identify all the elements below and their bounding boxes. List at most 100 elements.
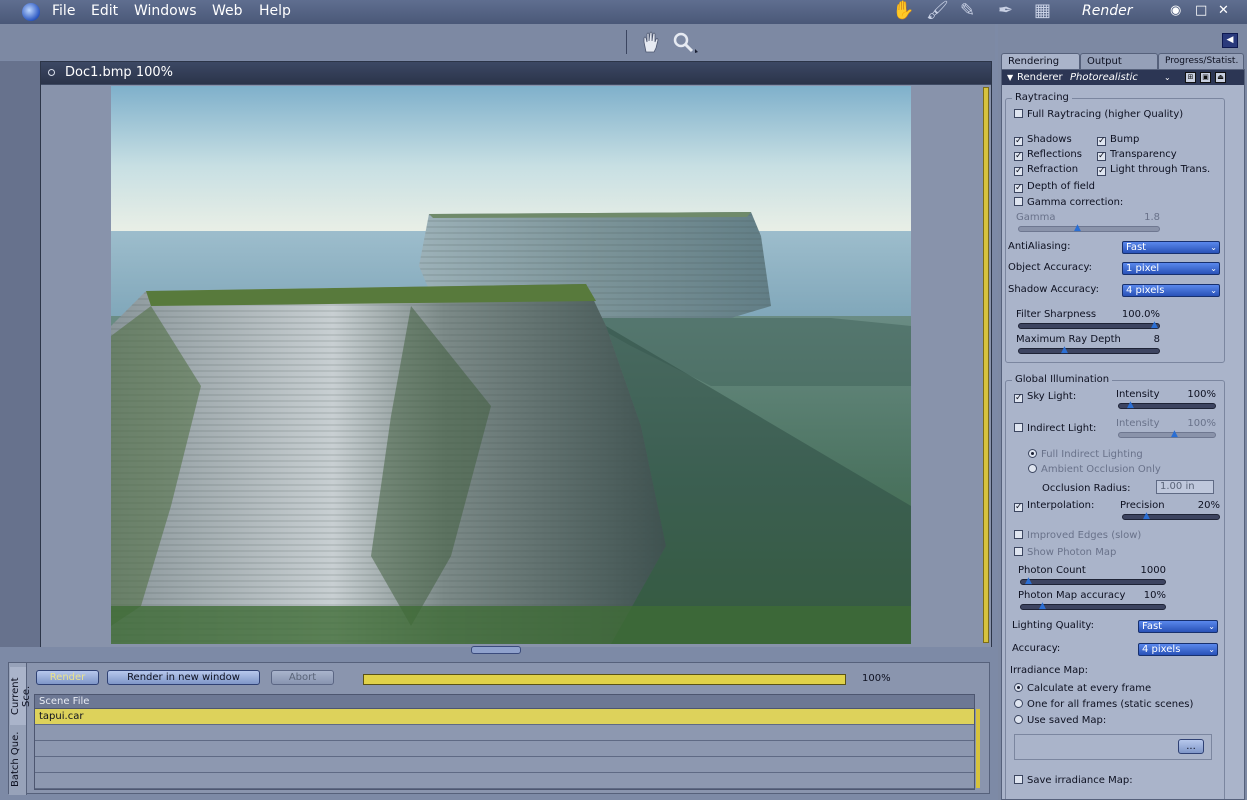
render-queue-tabs: Current Sce. Batch Que. bbox=[9, 663, 32, 795]
refraction-checkbox[interactable]: ✓ Refraction bbox=[1014, 164, 1078, 176]
table-row[interactable] bbox=[35, 757, 974, 773]
eye-icon[interactable]: ◉ bbox=[1170, 3, 1181, 18]
tab-rendering[interactable]: Rendering bbox=[1001, 53, 1080, 69]
hand-tool-icon[interactable] bbox=[640, 30, 662, 54]
photon-accuracy-slider[interactable]: ▲ bbox=[1020, 602, 1166, 611]
full-raytracing-checkbox[interactable]: Full Raytracing (higher Quality) bbox=[1014, 109, 1183, 120]
brush-icon[interactable]: 🖌 bbox=[926, 0, 949, 21]
load-icon[interactable]: ⏏ bbox=[1215, 72, 1226, 83]
collapse-panel-icon[interactable]: ◀ bbox=[1222, 33, 1238, 48]
show-photon-map-checkbox[interactable]: Show Photon Map bbox=[1014, 547, 1116, 558]
gamma-slider[interactable]: ▲ bbox=[1018, 224, 1160, 233]
photon-count-slider[interactable]: ▲ bbox=[1020, 577, 1166, 586]
save-irradiance-map-checkbox[interactable]: Save irradiance Map: bbox=[1014, 775, 1133, 786]
render-queue-panel: Current Sce. Batch Que. Render Render in… bbox=[8, 662, 990, 795]
max-ray-depth-label: Maximum Ray Depth bbox=[1016, 334, 1121, 345]
precision-label: Precision bbox=[1120, 500, 1165, 511]
photon-accuracy-label: Photon Map accuracy bbox=[1018, 590, 1126, 601]
table-row[interactable]: tapui.car bbox=[35, 709, 974, 725]
menu-help[interactable]: Help bbox=[259, 3, 291, 19]
sky-light-checkbox[interactable]: ✓ Sky Light: bbox=[1014, 391, 1076, 403]
shadow-accuracy-select[interactable]: 4 pixels ⌄ bbox=[1122, 284, 1220, 297]
interpolation-checkbox[interactable]: ✓ Interpolation: bbox=[1014, 500, 1094, 512]
app-logo-icon[interactable] bbox=[22, 3, 40, 21]
menu-file[interactable]: File bbox=[52, 3, 75, 19]
gamma-correction-checkbox[interactable]: Gamma correction: bbox=[1014, 197, 1123, 208]
gamma-label: Gamma bbox=[1016, 212, 1056, 223]
accuracy-select[interactable]: 4 pixels ⌄ bbox=[1138, 643, 1218, 656]
pen-icon[interactable]: ✒ bbox=[998, 0, 1013, 21]
max-ray-depth-slider[interactable]: ▲ bbox=[1018, 346, 1160, 355]
antialiasing-select[interactable]: Fast ⌄ bbox=[1122, 241, 1220, 254]
panel-splitter-handle[interactable] bbox=[471, 646, 521, 654]
document-title-bar[interactable]: Doc1.bmp 100% bbox=[41, 62, 991, 84]
photon-accuracy-value: 10% bbox=[1143, 590, 1166, 601]
table-row[interactable] bbox=[35, 773, 974, 789]
menu-windows[interactable]: Windows bbox=[134, 3, 197, 19]
sky-intensity-value: 100% bbox=[1187, 389, 1216, 400]
menu-edit[interactable]: Edit bbox=[91, 3, 118, 19]
tab-progress-statistics[interactable]: Progress/Statist. bbox=[1158, 53, 1244, 69]
gi-title: Global Illumination bbox=[1012, 374, 1113, 385]
lighting-quality-select[interactable]: Fast ⌄ bbox=[1138, 620, 1218, 633]
browse-saved-map-button[interactable]: ... bbox=[1178, 739, 1204, 754]
renderer-dropdown-icon[interactable]: ⌄ bbox=[1164, 70, 1171, 85]
renderer-value[interactable]: Photorealistic bbox=[1070, 70, 1138, 85]
save-icon[interactable]: ▣ bbox=[1200, 72, 1211, 83]
close-icon[interactable]: ✕ bbox=[1218, 3, 1229, 18]
indirect-light-checkbox[interactable]: Indirect Light: bbox=[1014, 423, 1096, 434]
hand-icon[interactable]: ✋ bbox=[892, 0, 914, 21]
tab-batch-queue[interactable]: Batch Que. bbox=[10, 729, 26, 789]
filter-sharpness-slider[interactable]: ▲ bbox=[1018, 321, 1160, 330]
tab-output[interactable]: Output bbox=[1080, 53, 1158, 69]
toolbar bbox=[0, 24, 995, 60]
full-indirect-radio[interactable]: Full Indirect Lighting bbox=[1028, 449, 1143, 460]
abort-button[interactable]: Abort bbox=[271, 670, 334, 685]
gamma-value: 1.8 bbox=[1144, 212, 1160, 223]
render-button[interactable]: Render bbox=[36, 670, 99, 685]
max-ray-depth-value: 8 bbox=[1153, 334, 1160, 345]
occlusion-radius-input[interactable]: 1.00 in bbox=[1156, 480, 1214, 494]
calculate-every-frame-radio[interactable]: Calculate at every frame bbox=[1014, 683, 1151, 694]
raytracing-title: Raytracing bbox=[1012, 92, 1072, 103]
document-vertical-scrollbar[interactable] bbox=[983, 87, 989, 643]
reflections-checkbox[interactable]: ✓ Reflections bbox=[1014, 149, 1082, 161]
document-title: Doc1.bmp 100% bbox=[65, 65, 173, 80]
preset-icon[interactable]: ⊞ bbox=[1185, 72, 1196, 83]
film-icon[interactable]: ▦ bbox=[1034, 0, 1051, 21]
scene-file-header: Scene File bbox=[35, 695, 974, 709]
lighting-quality-label: Lighting Quality: bbox=[1012, 620, 1094, 631]
transparency-checkbox[interactable]: ✓ Transparency bbox=[1097, 149, 1177, 161]
light-through-trans-checkbox[interactable]: ✓ Light through Trans. bbox=[1097, 164, 1210, 176]
precision-slider[interactable]: ▲ bbox=[1122, 512, 1220, 521]
sky-intensity-slider[interactable]: ▲ bbox=[1118, 401, 1216, 410]
menu-web[interactable]: Web bbox=[212, 3, 243, 19]
occlusion-radius-label: Occlusion Radius: bbox=[1042, 483, 1131, 494]
improved-edges-checkbox[interactable]: Improved Edges (slow) bbox=[1014, 530, 1141, 541]
use-saved-map-radio[interactable]: Use saved Map: bbox=[1014, 715, 1106, 726]
document-window: Doc1.bmp 100% bbox=[40, 61, 992, 647]
table-row[interactable] bbox=[35, 725, 974, 741]
sky-intensity-label: Intensity bbox=[1116, 389, 1160, 400]
indirect-intensity-slider[interactable]: ▲ bbox=[1118, 430, 1216, 439]
render-new-window-button[interactable]: Render in new window bbox=[107, 670, 260, 685]
maximize-icon[interactable]: □ bbox=[1195, 3, 1207, 18]
shadows-checkbox[interactable]: ✓ Shadows bbox=[1014, 134, 1072, 146]
object-accuracy-select[interactable]: 1 pixel ⌄ bbox=[1122, 262, 1220, 275]
collapse-triangle-icon[interactable]: ▼ bbox=[1007, 70, 1013, 85]
magnify-tool-icon[interactable] bbox=[672, 31, 700, 55]
bump-checkbox[interactable]: ✓ Bump bbox=[1097, 134, 1139, 146]
rendering-tab-body: ▼ Renderer Photorealistic ⌄ ⊞ ▣ ⏏ Raytra… bbox=[1001, 69, 1245, 800]
table-row[interactable] bbox=[35, 741, 974, 757]
scene-table-scrollbar[interactable] bbox=[976, 709, 980, 788]
depth-of-field-checkbox[interactable]: ✓ Depth of field bbox=[1014, 181, 1095, 193]
one-for-all-frames-radio[interactable]: One for all frames (static scenes) bbox=[1014, 699, 1193, 710]
ambient-occlusion-radio[interactable]: Ambient Occlusion Only bbox=[1028, 464, 1161, 475]
accuracy-label: Accuracy: bbox=[1012, 643, 1061, 654]
document-canvas[interactable] bbox=[41, 85, 991, 647]
antialiasing-label: AntiAliasing: bbox=[1008, 241, 1071, 252]
tab-current-scene[interactable]: Current Sce. bbox=[10, 667, 32, 725]
pencil-icon[interactable]: ✎ bbox=[960, 0, 975, 21]
scene-file-table: Scene File tapui.car bbox=[34, 694, 975, 790]
window-close-dot-icon[interactable] bbox=[48, 69, 55, 76]
